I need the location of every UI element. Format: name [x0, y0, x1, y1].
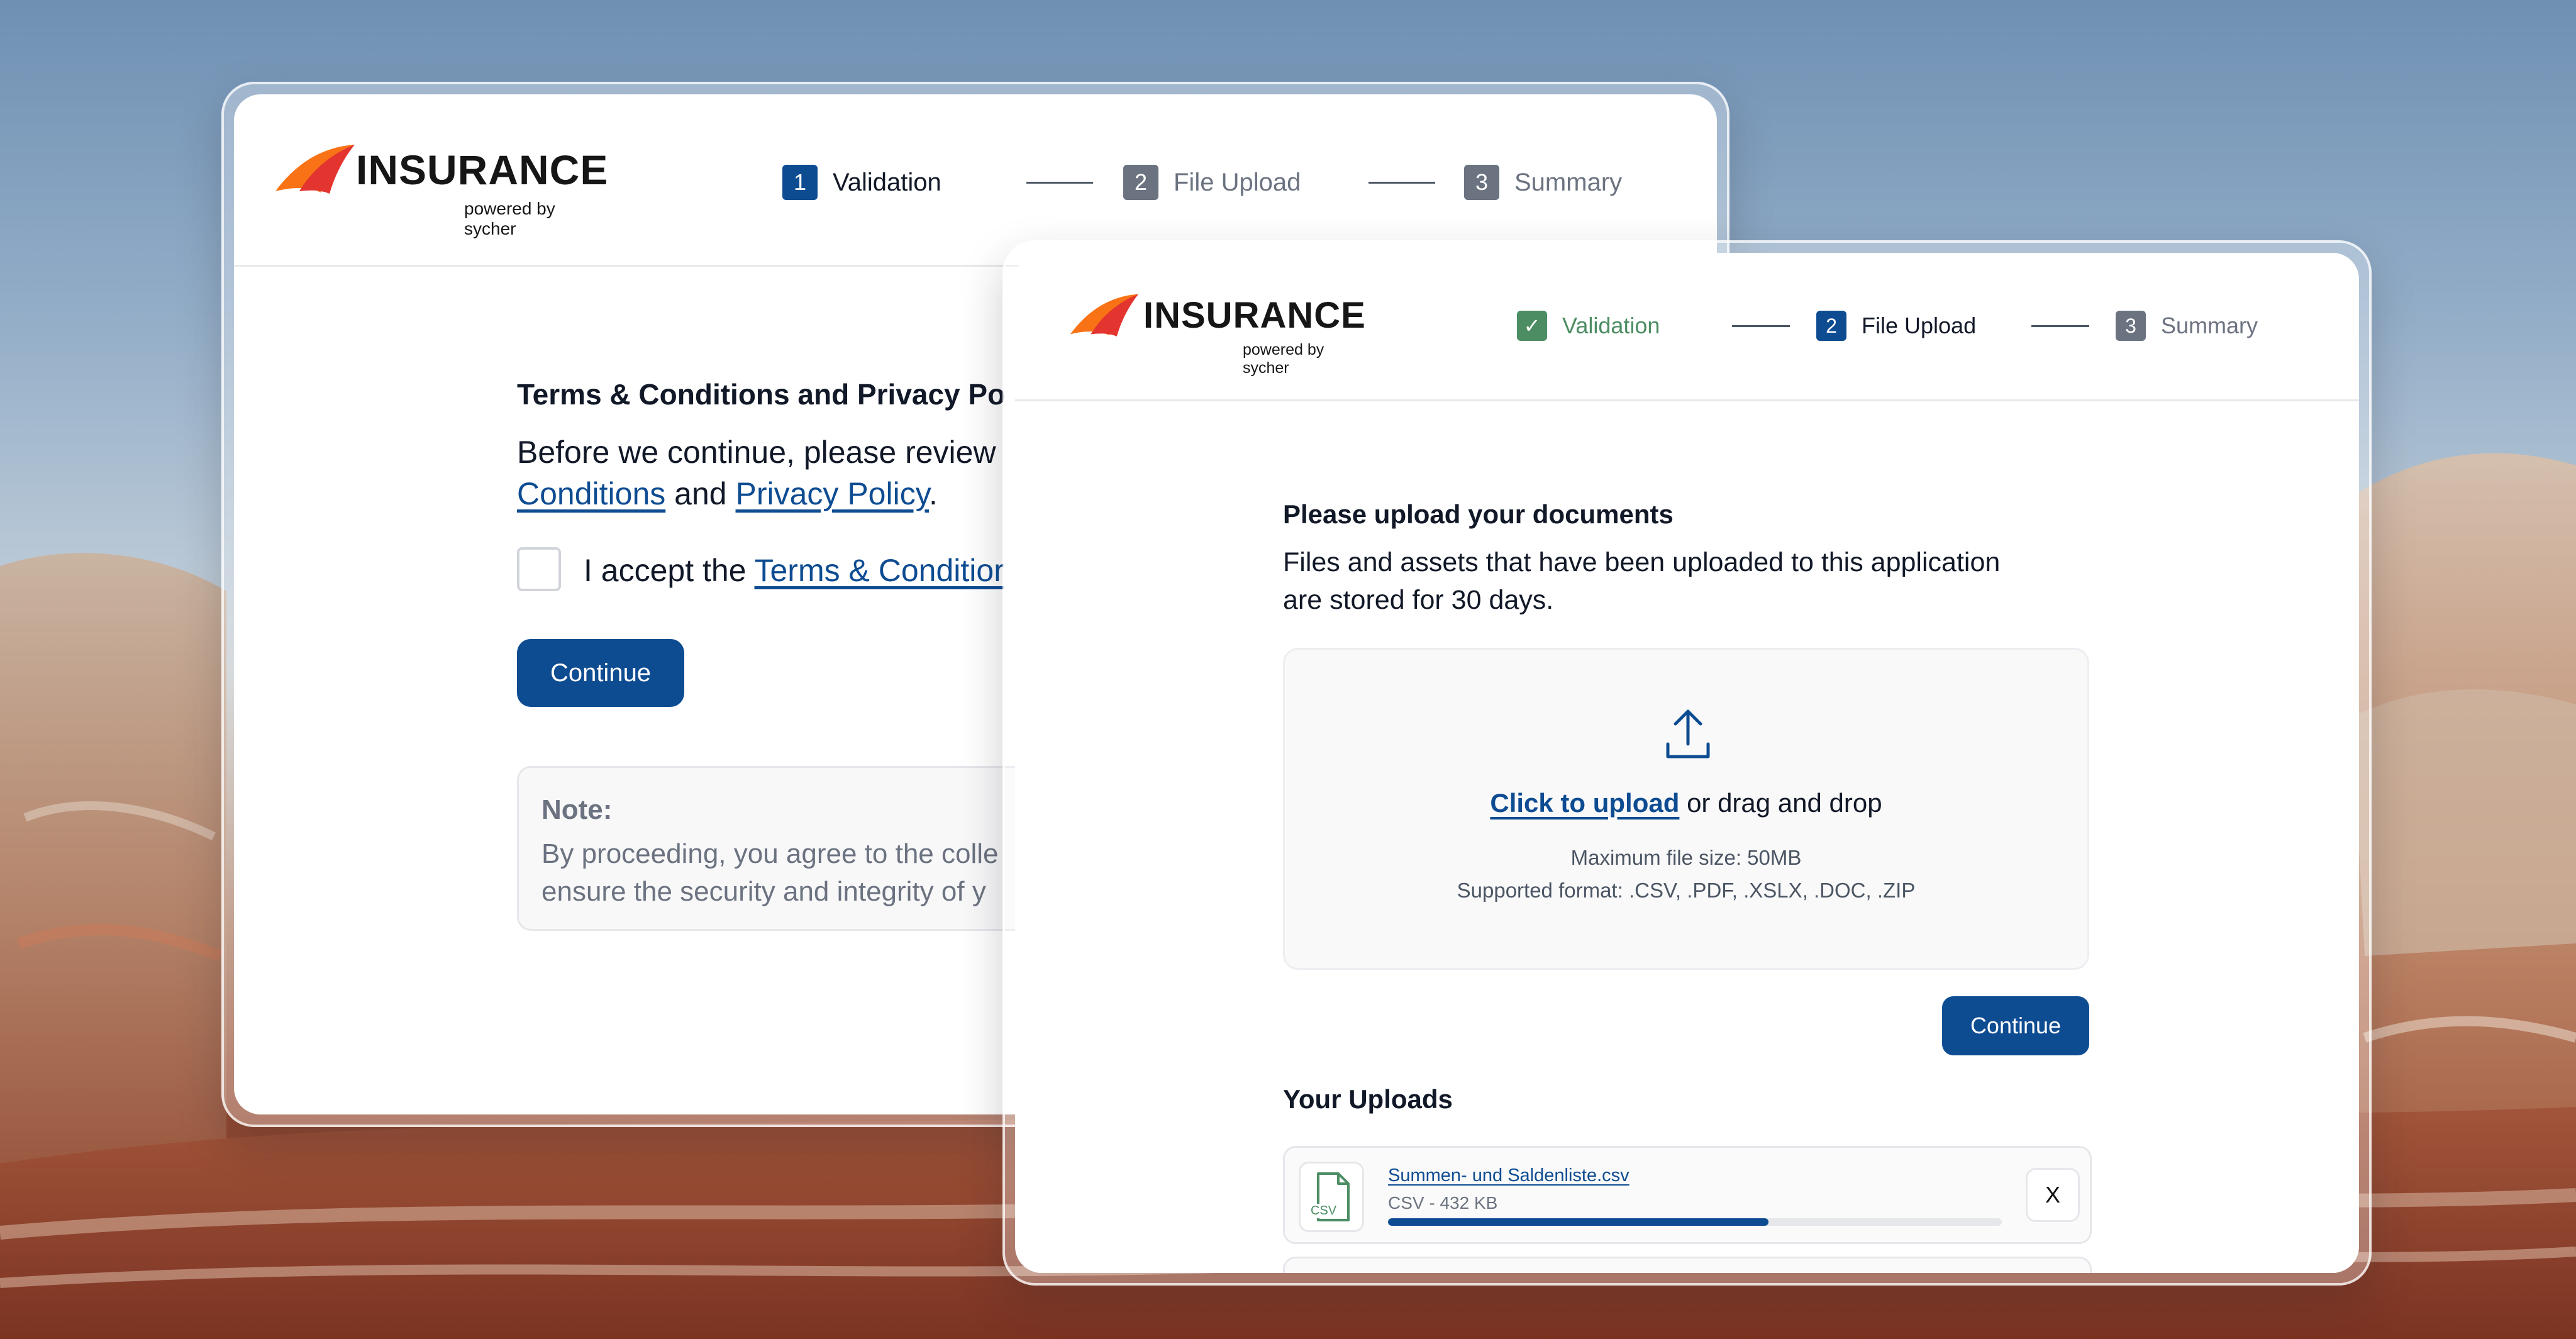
flame-logo-icon [275, 145, 355, 194]
uploaded-file-name[interactable]: Summen- und Saldenliste.csv [1388, 1165, 1629, 1186]
note-line-1: By proceeding, you agree to the colle [541, 838, 999, 869]
and-text: and [674, 476, 727, 511]
upload-progress-bar [1388, 1218, 2002, 1226]
brand-tagline: powered by sycher [464, 199, 555, 238]
step-number: 3 [2116, 311, 2146, 341]
continue-button[interactable]: Continue [1942, 996, 2089, 1055]
step-number: 2 [1123, 165, 1158, 200]
check-icon: ✓ [1517, 311, 1547, 341]
upload-progress-fill [1388, 1218, 1769, 1226]
step-file-upload: 2 File Upload [1816, 311, 1976, 341]
accept-terms-label: I accept the Terms & Conditior [584, 552, 1004, 589]
step-label: Summary [2161, 313, 2258, 338]
terms-heading: Terms & Conditions and Privacy Po [517, 378, 1006, 411]
privacy-policy-link[interactable]: Privacy Policy [736, 476, 929, 511]
note-line-2: ensure the security and integrity of y [541, 876, 986, 907]
terms-links-line: Conditions and Privacy Policy. [517, 475, 938, 512]
file-dropzone[interactable]: Click to upload or drag and drop Maximum… [1283, 648, 2089, 970]
upload-heading: Please upload your documents [1283, 499, 1674, 529]
terms-intro: Before we continue, please review [517, 435, 996, 470]
max-file-size: Maximum file size: 50MB [1570, 846, 1802, 869]
supported-formats: Supported format: .CSV, .PDF, .XSLX, .DO… [1457, 879, 1916, 902]
brand-name: INSURANCE [1143, 295, 1366, 336]
your-uploads-heading: Your Uploads [1283, 1084, 1453, 1114]
remove-upload-button[interactable]: X [2026, 1168, 2080, 1222]
csv-file-icon: CSV [1299, 1162, 1364, 1232]
continue-button[interactable]: Continue [517, 639, 684, 707]
brand-name: INSURANCE [356, 147, 609, 193]
note-title: Note: [541, 794, 613, 825]
brand-tagline: powered by sycher [1243, 341, 1324, 377]
step-number: 1 [782, 165, 818, 200]
period-text: . [929, 476, 938, 511]
upload-window: INSURANCE powered by sycher ✓ Validation… [1015, 253, 2359, 1273]
step-label: File Upload [1174, 168, 1301, 196]
accept-text: I accept the [584, 553, 747, 588]
conditions-link[interactable]: Conditions [517, 476, 665, 511]
step-validation: 1 Validation [782, 165, 941, 200]
step-label: File Upload [1862, 313, 1977, 338]
insurance-logo: INSURANCE powered by sycher [1069, 292, 1365, 377]
file-type-label: CSV [1309, 1204, 1338, 1218]
step-label: Validation [833, 168, 941, 196]
flame-logo-icon [1070, 294, 1139, 336]
insurance-logo: INSURANCE powered by sycher [274, 142, 608, 238]
click-to-upload-link[interactable]: Click to upload [1490, 788, 1679, 818]
upload-item: CSV Summen- und Saldenliste.csv CSV - 43… [1283, 1146, 2092, 1244]
step-label: Summary [1514, 168, 1623, 196]
accept-terms-checkbox[interactable] [517, 547, 561, 591]
step-connector [1732, 325, 1790, 327]
step-connector [2031, 325, 2089, 327]
accept-terms-link[interactable]: Terms & Conditior [755, 553, 1004, 588]
step-summary: 3 Summary [2116, 311, 2258, 341]
upload-item-next [1283, 1257, 2092, 1273]
step-file-upload: 2 File Upload [1123, 165, 1301, 200]
step-number: 3 [1464, 165, 1499, 200]
uploaded-file-meta: CSV - 432 KB [1388, 1193, 1498, 1213]
step-label: Validation [1562, 313, 1660, 338]
step-number: 2 [1816, 311, 1846, 341]
step-validation: ✓ Validation [1517, 311, 1660, 341]
drag-drop-text: or drag and drop [1687, 788, 1882, 818]
step-connector [1368, 182, 1435, 184]
step-summary: 3 Summary [1464, 165, 1622, 200]
upload-icon [1666, 709, 1710, 758]
upload-description-line-1: Files and assets that have been uploaded… [1283, 547, 2001, 577]
upload-description-line-2: are stored for 30 days. [1283, 585, 1554, 615]
dropzone-prompt: Click to upload or drag and drop [1285, 788, 2087, 818]
step-connector [1026, 182, 1093, 184]
upload-header: INSURANCE powered by sycher ✓ Validation… [1015, 253, 2359, 401]
